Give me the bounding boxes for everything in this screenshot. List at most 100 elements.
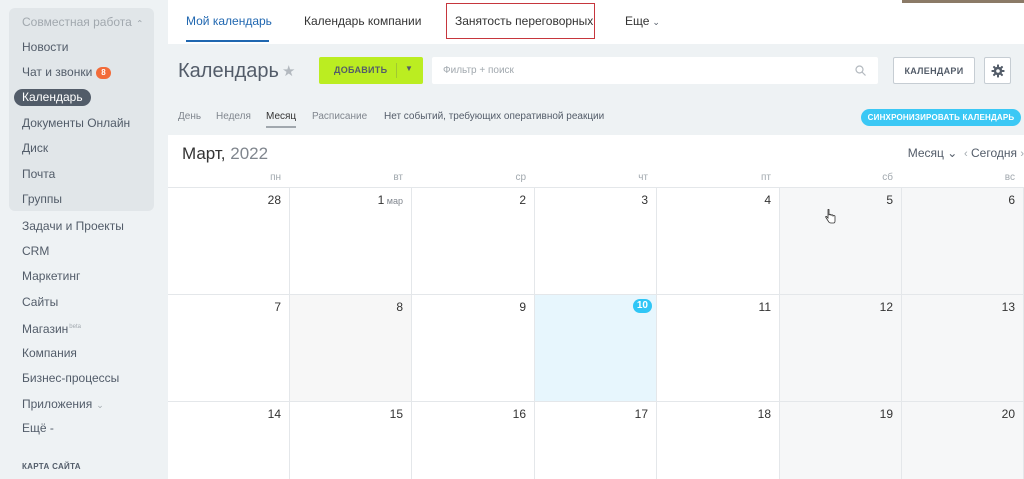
view-day[interactable]: День bbox=[178, 111, 201, 122]
calendar-day-cell[interactable]: 6 bbox=[902, 188, 1024, 295]
next-arrow-icon[interactable]: › bbox=[1020, 148, 1024, 160]
prev-arrow-icon[interactable]: ‹ bbox=[964, 148, 968, 160]
add-button-divider bbox=[396, 63, 397, 78]
sidebar-item-shop[interactable]: Магазинbeta bbox=[22, 320, 81, 336]
sync-calendar-button[interactable]: СИНХРОНИЗИРОВАТЬ КАЛЕНДАРЬ bbox=[861, 109, 1021, 126]
settings-button[interactable] bbox=[984, 57, 1011, 84]
weekday-label: ср bbox=[515, 172, 526, 183]
caret-down-icon[interactable]: ▼ bbox=[405, 64, 413, 73]
sitemap-link[interactable]: КАРТА САЙТА bbox=[22, 460, 81, 474]
top-navigation: Мой календарь Календарь компании Занятос… bbox=[168, 0, 1024, 44]
calendar-day-cell[interactable]: 16 bbox=[412, 402, 535, 479]
main-area: Мой календарь Календарь компании Занятос… bbox=[168, 0, 1024, 479]
calendar-day-cell[interactable]: 7 bbox=[168, 295, 290, 402]
view-week[interactable]: Неделя bbox=[216, 111, 251, 122]
search-placeholder: Фильтр + поиск bbox=[443, 65, 514, 76]
view-month[interactable]: Месяц bbox=[266, 111, 296, 122]
sidebar-item-tasks[interactable]: Задачи и Проекты bbox=[22, 219, 124, 233]
day-number[interactable]: 18 bbox=[758, 407, 771, 421]
search-icon[interactable] bbox=[855, 65, 866, 76]
calendar-day-cell[interactable]: 8 bbox=[290, 295, 412, 402]
day-number[interactable]: 12 bbox=[880, 300, 893, 314]
tab-company-calendar[interactable]: Календарь компании bbox=[304, 14, 421, 28]
weekday-label: сб bbox=[882, 172, 893, 183]
calendar-day-cell[interactable]: 11 bbox=[657, 295, 780, 402]
tab-my-calendar[interactable]: Мой календарь bbox=[186, 14, 272, 28]
calendar-day-cell[interactable]: 15 bbox=[290, 402, 412, 479]
calendar-day-cell[interactable]: 17 bbox=[535, 402, 657, 479]
sidebar-item-company[interactable]: Компания bbox=[22, 346, 77, 360]
sidebar-item-news[interactable]: Новости bbox=[22, 40, 68, 54]
day-number[interactable]: 11 bbox=[759, 300, 771, 314]
calendar-day-cell[interactable]: 5 bbox=[780, 188, 902, 295]
day-number[interactable]: 8 bbox=[396, 300, 403, 314]
calendar-day-cell[interactable]: 1 мар bbox=[290, 188, 412, 295]
day-number[interactable]: 17 bbox=[635, 407, 648, 421]
calendar-day-cell[interactable]: 9 bbox=[412, 295, 535, 402]
day-number[interactable]: 19 bbox=[880, 407, 893, 421]
view-schedule[interactable]: Расписание bbox=[312, 111, 367, 122]
tab-more[interactable]: Еще ⌄ bbox=[625, 14, 660, 28]
calendar-day-cell[interactable]: 14 bbox=[168, 402, 290, 479]
sidebar-item-docs[interactable]: Документы Онлайн bbox=[22, 116, 130, 130]
today-date-badge[interactable]: 10 bbox=[632, 299, 652, 313]
chevron-down-icon: ⌄ bbox=[947, 146, 958, 160]
calendar-day-cell[interactable]: 12 bbox=[780, 295, 902, 402]
mouse-cursor-icon bbox=[825, 209, 836, 224]
day-number[interactable]: 5 bbox=[886, 193, 893, 207]
beta-label: beta bbox=[69, 324, 81, 330]
calendar-grid: 28 1 мар 2 3 4 5 6 7 8 9 10 11 12 13 14 15 16 17 18 19 20 bbox=[168, 187, 1024, 479]
weekday-label: вт bbox=[393, 172, 403, 183]
sidebar-item-sites[interactable]: Сайты bbox=[22, 295, 58, 309]
star-icon[interactable]: ★ bbox=[282, 63, 295, 80]
calendar-day-cell[interactable]: 28 bbox=[168, 188, 290, 295]
day-number[interactable]: 28 bbox=[268, 193, 281, 207]
sidebar-item-chat[interactable]: Чат и звонки 8 bbox=[22, 65, 111, 79]
month-title: Март, 2022 bbox=[182, 144, 269, 163]
day-number[interactable]: 6 bbox=[1008, 193, 1015, 207]
day-number[interactable]: 2 bbox=[519, 193, 526, 207]
calendar-day-cell[interactable]: 3 bbox=[535, 188, 657, 295]
sidebar-item-mail[interactable]: Почта bbox=[22, 167, 55, 181]
view-select[interactable]: Месяц ⌄ bbox=[908, 146, 958, 160]
search-input[interactable]: Фильтр + поиск bbox=[432, 57, 878, 84]
sidebar-item-calendar[interactable]: Календарь bbox=[14, 89, 91, 106]
sidebar-item-disk[interactable]: Диск bbox=[22, 141, 48, 155]
calendars-button[interactable]: КАЛЕНДАРИ bbox=[893, 57, 975, 84]
calendar-day-cell[interactable]: 4 bbox=[657, 188, 780, 295]
unread-badge: 8 bbox=[96, 67, 111, 79]
calendar-day-cell[interactable]: 10 bbox=[535, 295, 657, 402]
events-note[interactable]: Нет событий, требующих оперативной реакц… bbox=[384, 111, 604, 122]
calendar-day-cell[interactable]: 13 bbox=[902, 295, 1024, 402]
day-number[interactable]: 20 bbox=[1002, 407, 1015, 421]
calendar-day-cell[interactable]: 2 bbox=[412, 188, 535, 295]
day-number[interactable]: 9 bbox=[519, 300, 526, 314]
sidebar-item-marketing[interactable]: Маркетинг bbox=[22, 269, 80, 283]
active-tab-underline bbox=[186, 40, 269, 42]
day-number[interactable]: 1 мар bbox=[378, 193, 403, 207]
tab-meeting-rooms[interactable]: Занятость переговорных bbox=[455, 14, 593, 28]
today-button[interactable]: Сегодня bbox=[971, 146, 1017, 160]
sidebar-item-apps[interactable]: Приложения ⌄ bbox=[22, 397, 104, 412]
header-image-strip bbox=[902, 0, 1024, 3]
calendar-day-cell[interactable]: 20 bbox=[902, 402, 1024, 479]
add-button[interactable]: ДОБАВИТЬ ▼ bbox=[319, 57, 423, 84]
day-number[interactable]: 15 bbox=[390, 407, 403, 421]
sidebar-group-header[interactable]: Совместная работа ⌄ bbox=[22, 15, 143, 30]
active-view-underline bbox=[266, 126, 296, 128]
day-number[interactable]: 14 bbox=[268, 407, 281, 421]
add-button-label: ДОБАВИТЬ bbox=[334, 65, 388, 75]
calendar-day-cell[interactable]: 19 bbox=[780, 402, 902, 479]
day-number[interactable]: 16 bbox=[513, 407, 526, 421]
sidebar-item-bizproc[interactable]: Бизнес-процессы bbox=[22, 371, 119, 385]
day-number[interactable]: 3 bbox=[641, 193, 648, 207]
day-number[interactable]: 4 bbox=[764, 193, 771, 207]
sidebar-item-crm[interactable]: CRM bbox=[22, 244, 49, 258]
day-number[interactable]: 7 bbox=[274, 300, 281, 314]
day-number[interactable]: 13 bbox=[1002, 300, 1015, 314]
calendar-day-cell[interactable]: 18 bbox=[657, 402, 780, 479]
sidebar-item-groups[interactable]: Группы bbox=[22, 192, 62, 206]
sidebar-item-more[interactable]: Ещё - bbox=[22, 421, 54, 435]
gear-icon bbox=[991, 64, 1005, 78]
weekday-header: пн вт ср чт пт сб вс bbox=[168, 172, 1024, 188]
